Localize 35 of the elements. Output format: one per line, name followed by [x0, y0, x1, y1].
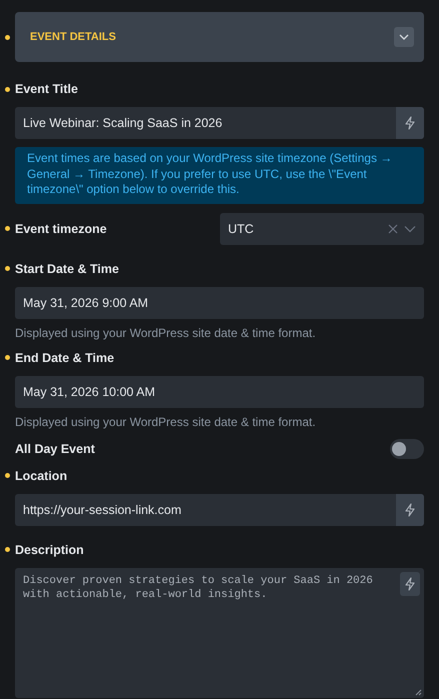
resize-grip-icon[interactable] [415, 688, 422, 696]
help-text: Displayed using your WordPress site date & time format. [15, 326, 317, 340]
field-value: Discover proven strategies to scale your SaaS in 2026 with actionable, real-world insights. [23, 574, 374, 602]
dynamic-data-button[interactable] [400, 572, 420, 596]
date-field[interactable]: May 31, 2026 9:00 AM [15, 286, 424, 318]
field-label: End Date & Time [15, 350, 114, 364]
dynamic-data-button[interactable] [396, 107, 424, 139]
timezone-select[interactable]: UTC [220, 212, 424, 244]
section-title: EVENT DETAILS [30, 31, 116, 43]
field-label: All Day Event [15, 442, 95, 456]
lightning-icon [404, 116, 416, 130]
lightning-icon [404, 576, 416, 590]
field-value: May 31, 2026 10:00 AM [23, 384, 156, 398]
field-label: Event Title [15, 82, 78, 96]
field-label: Event timezone [15, 222, 107, 236]
help-text: Displayed using your WordPress site date & time format. [15, 414, 317, 428]
field-value: Live Webinar: Scaling SaaS in 2026 [23, 116, 222, 130]
field-value: May 31, 2026 9:00 AM [23, 296, 148, 310]
info-notice: Event times are based on your WordPress site timezone (Settings → General → Timezone). If you prefer to use UTC, use the \"Event timezone\" option below to override this. [15, 147, 424, 204]
date-field[interactable]: May 31, 2026 10:00 AM [15, 376, 424, 408]
dynamic-data-button[interactable] [396, 494, 424, 526]
clear-icon[interactable] [388, 224, 398, 234]
field-label: Start Date & Time [15, 262, 119, 276]
field-label: Location [15, 468, 68, 482]
chevron-down-icon[interactable] [404, 224, 416, 232]
field-value: https://your-session-link.com [23, 502, 182, 516]
select-value: UTC [228, 222, 254, 236]
lightning-icon [404, 502, 416, 516]
text-field[interactable]: https://your-session-link.com [15, 494, 424, 526]
toggle-switch[interactable] [390, 438, 424, 458]
description-textarea[interactable]: Discover proven strategies to scale your SaaS in 2026 with actionable, real-world insights. [15, 568, 424, 698]
collapse-button[interactable] [394, 27, 414, 47]
field-label: Description [15, 542, 84, 556]
section-header[interactable]: EVENT DETAILS [15, 12, 424, 62]
text-field[interactable]: Live Webinar: Scaling SaaS in 2026 [15, 107, 424, 139]
